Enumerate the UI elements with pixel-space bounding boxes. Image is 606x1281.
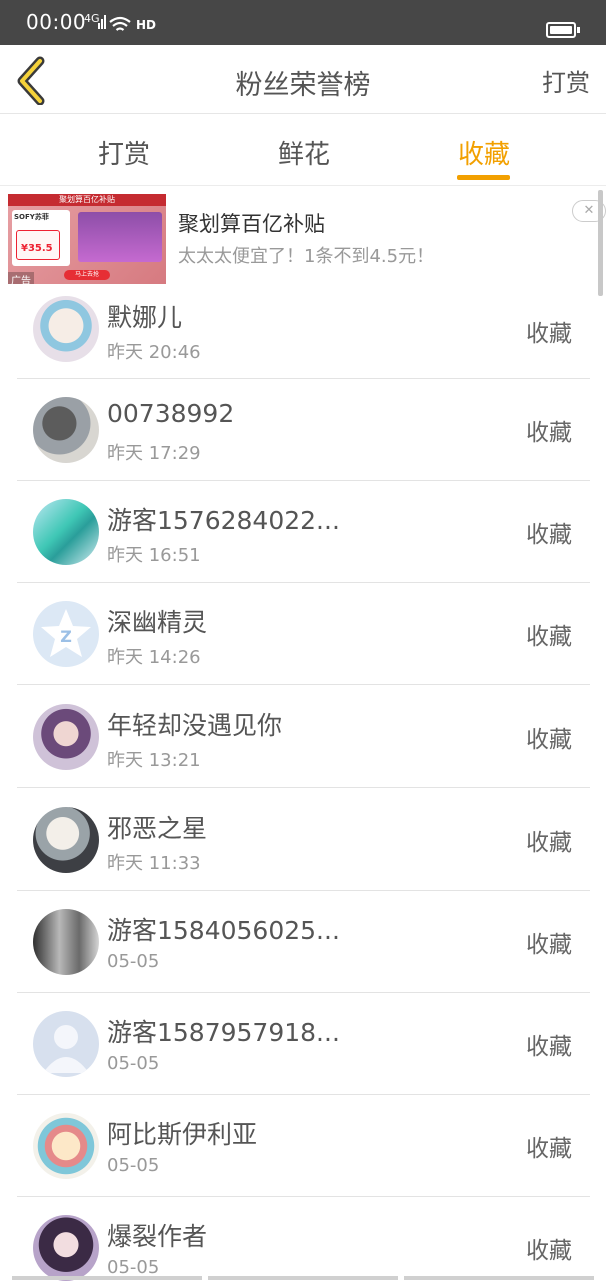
ad-image[interactable]: 聚划算百亿补贴 SOFY苏菲 ¥35.5 马上去抢 广告 [8,194,166,284]
user-time: 05-05 [107,1053,160,1074]
qq-default-avatar: Z [33,601,99,667]
ad-title: 聚划算百亿补贴 [178,212,325,236]
list-item[interactable]: 默娜儿 昨天 20:46 收藏 [17,286,590,379]
user-time: 05-05 [107,1155,160,1176]
row-action-label: 收藏 [526,1136,572,1162]
list-item[interactable]: 爆裂作者 05-05 收藏 [17,1197,590,1281]
user-name: 爆裂作者 [107,1222,208,1251]
tab-favorites[interactable]: 收藏 [458,134,510,171]
ad-banner[interactable]: 聚划算百亿补贴 SOFY苏菲 ¥35.5 马上去抢 广告 聚划算百亿补贴 太太太… [0,186,606,286]
ad-image-price: ¥35.5 [21,243,53,254]
tab-flowers[interactable]: 鲜花 [278,134,330,171]
anime-girl-avatar [33,296,99,362]
user-name: 游客1576284022... [107,506,340,535]
scrollbar[interactable] [598,190,603,296]
user-time: 昨天 16:51 [107,545,201,566]
list-item[interactable]: 阿比斯伊利亚 05-05 收藏 [17,1095,590,1197]
user-time: 05-05 [107,1257,160,1278]
reward-button[interactable]: 打赏 [542,63,590,98]
ad-subtitle: 太太太便宜了！1条不到4.5元！ [178,246,435,267]
nav-bar: 粉丝荣誉榜 打赏 [0,45,606,114]
wifi-icon [108,16,132,38]
list-item[interactable]: 00738992 昨天 17:29 收藏 [17,379,590,481]
bottom-indicator [12,1276,202,1280]
photo-avatar [33,909,99,975]
user-time: 昨天 20:46 [107,342,201,363]
user-time: 昨天 14:26 [107,647,201,668]
user-name: 游客1587957918... [107,1018,340,1047]
list-item[interactable]: 游客1576284022... 昨天 16:51 收藏 [17,481,590,583]
bottom-indicator [208,1276,398,1280]
tab-reward[interactable]: 打赏 [98,134,150,171]
list-item[interactable]: 年轻却没遇见你 昨天 13:21 收藏 [17,686,590,788]
battery-icon [546,22,576,38]
ad-tag: 广告 [8,272,34,284]
row-action-label: 收藏 [526,624,572,650]
bottom-indicator [404,1276,594,1280]
list-item[interactable]: 游客1587957918... 05-05 收藏 [17,993,590,1095]
user-name: 年轻却没遇见你 [107,711,283,740]
user-name: 阿比斯伊利亚 [107,1120,258,1149]
tab-active-indicator [457,175,510,180]
default-user-avatar [33,1011,99,1077]
ad-image-brand: SOFY苏菲 [14,213,49,221]
user-name: 深幽精灵 [107,608,208,637]
list-item[interactable]: Z 深幽精灵 昨天 14:26 收藏 [17,583,590,685]
signal-icon: 4G [84,13,106,29]
anime-teal-avatar [33,499,99,565]
bird-avatar [33,397,99,463]
user-time: 昨天 11:33 [107,853,201,874]
anime-colorful-avatar [33,1113,99,1179]
row-action-label: 收藏 [526,321,572,347]
anime-boy-avatar [33,807,99,873]
ad-product-image [78,212,162,262]
battery-tip [577,27,580,33]
user-name: 默娜儿 [107,303,183,332]
row-action-label: 收藏 [526,522,572,548]
list-item[interactable]: 游客1584056025... 05-05 收藏 [17,891,590,993]
tab-bar: 打赏 鲜花 收藏 [0,114,606,186]
anime-dark-avatar [33,1215,99,1281]
user-time: 昨天 13:21 [107,750,201,771]
user-name: 游客1584056025... [107,916,340,945]
row-action-label: 收藏 [526,1034,572,1060]
ad-image-button: 马上去抢 [64,270,110,280]
portrait-avatar [33,704,99,770]
hd-icon: HD [136,18,157,32]
row-action-label: 收藏 [526,830,572,856]
page-title: 粉丝荣誉榜 [235,70,371,101]
user-time: 05-05 [107,951,160,972]
row-action-label: 收藏 [526,1238,572,1264]
user-time: 昨天 17:29 [107,443,201,464]
row-action-label: 收藏 [526,932,572,958]
svg-text:Z: Z [60,627,72,646]
status-time: 00:00 [26,10,87,34]
bottom-edge-indicators [0,1276,606,1280]
user-name: 邪恶之星 [107,814,208,843]
row-action-label: 收藏 [526,420,572,446]
row-action-label: 收藏 [526,727,572,753]
ad-image-banner: 聚划算百亿补贴 [8,194,166,206]
status-bar: 00:00 4G HD [0,0,606,45]
user-name: 00738992 [107,399,235,428]
list-item[interactable]: 邪恶之星 昨天 11:33 收藏 [17,789,590,891]
